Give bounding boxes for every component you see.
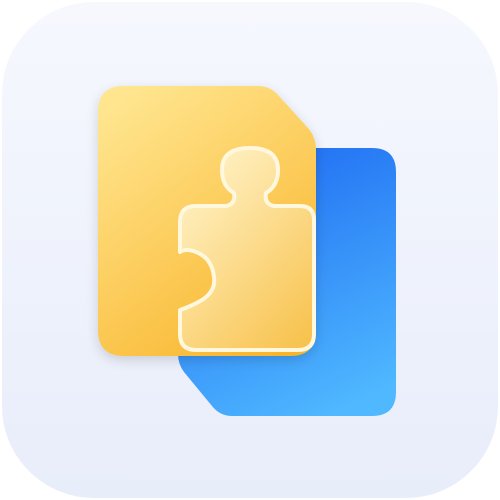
app-icon-graphic [2, 2, 498, 498]
app-icon [0, 0, 500, 500]
